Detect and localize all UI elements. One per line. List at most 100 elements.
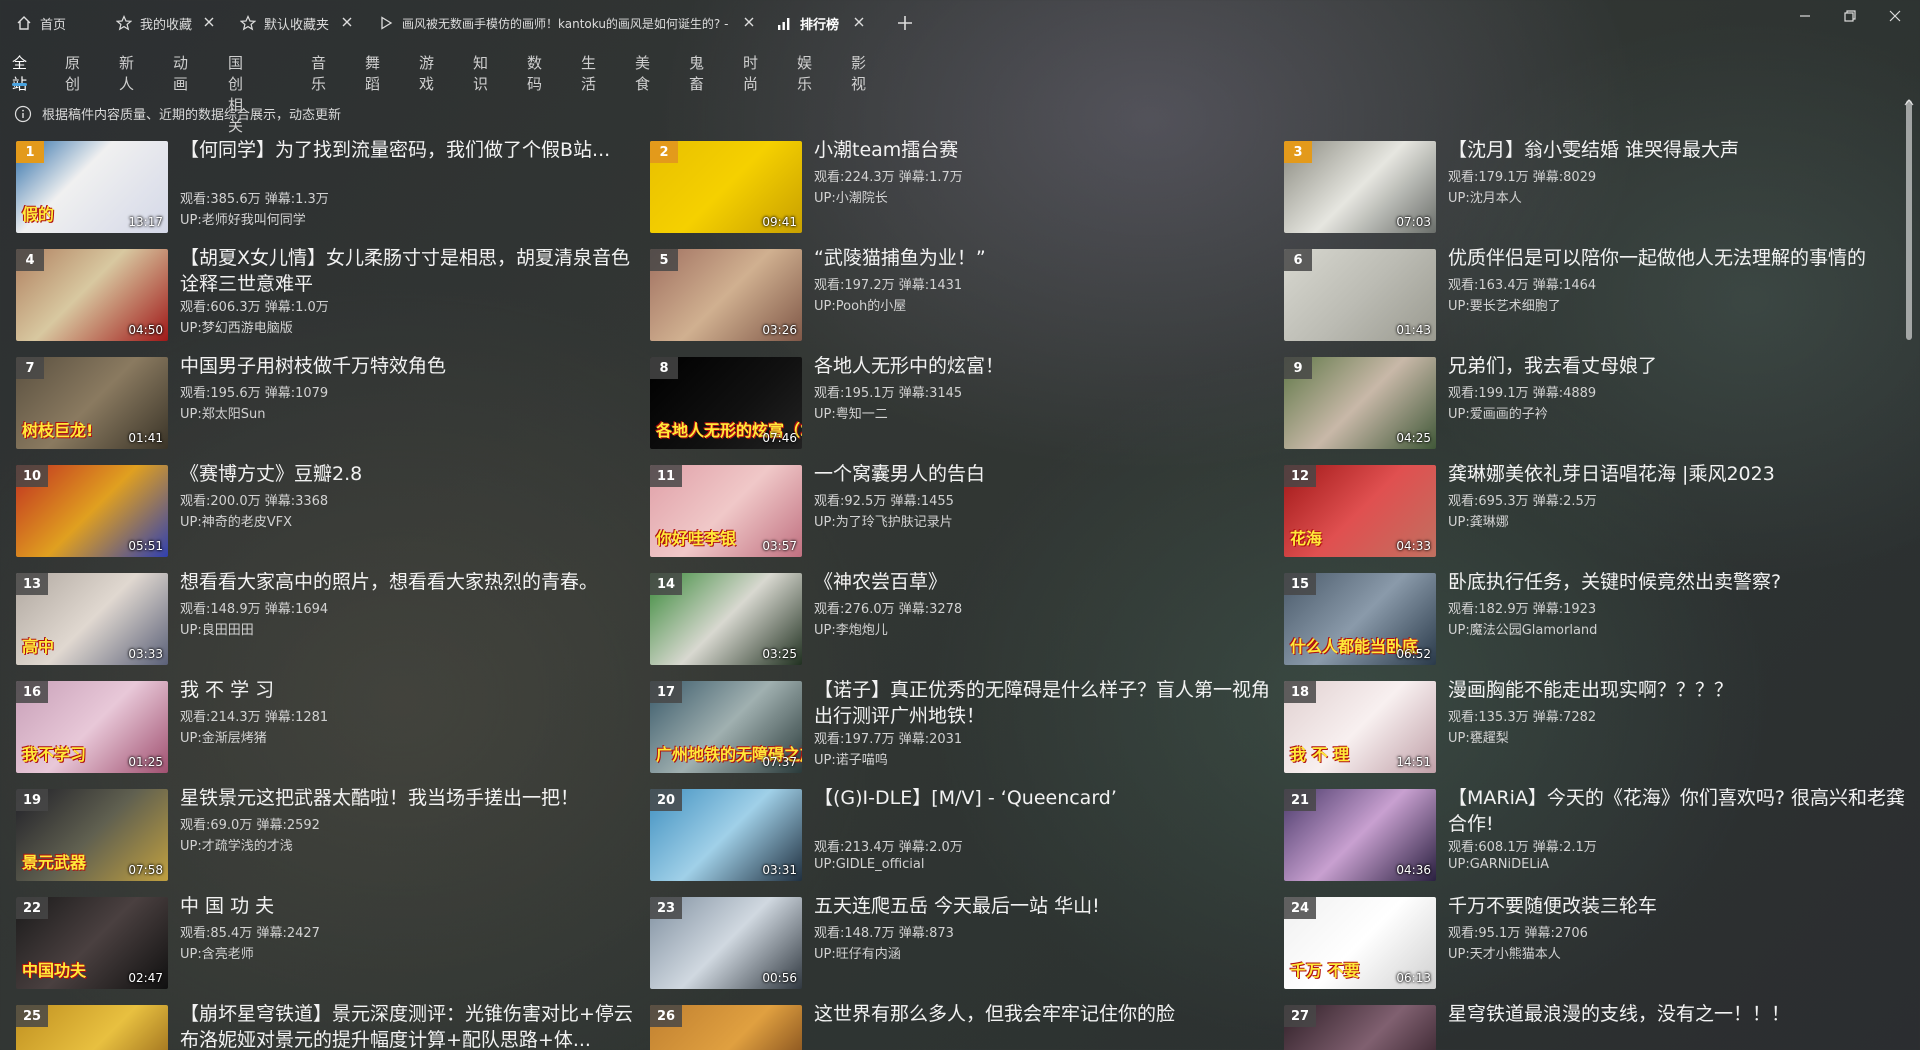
video-title[interactable]: 【(G)I-DLE】[M/V] - ‘Queencard’ — [814, 785, 1274, 811]
video-card[interactable]: 千万 不要 24 06:13 千万不要随便改装三轮车 观看:95.1万 弹幕:2706 U… — [1284, 895, 1904, 993]
video-title[interactable]: 中国男子用树枝做千万特效角色 — [180, 353, 640, 379]
video-thumbnail[interactable]: 各地人无形的炫富（2）807:46 — [650, 357, 802, 449]
minimize-button[interactable] — [1795, 6, 1815, 26]
video-thumbnail[interactable]: 毕业之旅26 — [650, 1005, 802, 1050]
category-film[interactable]: 影视 — [851, 52, 866, 93]
video-thumbnail[interactable]: 我不学习 16 01:25 — [16, 681, 168, 773]
video-title[interactable]: 漫画胸能不能走出现实啊？？？？ — [1448, 677, 1908, 703]
video-title[interactable]: 兄弟们，我去看丈母娘了 — [1448, 353, 1908, 379]
uploader-name[interactable]: UP:GIDLE_official — [814, 857, 924, 872]
category-music[interactable]: 音乐 — [311, 52, 326, 93]
video-thumbnail[interactable]: 20 03:31 — [650, 789, 802, 881]
restore-button[interactable] — [1840, 6, 1860, 26]
uploader-name[interactable]: UP:沈月本人 — [1448, 187, 1522, 206]
video-card[interactable]: 广州地铁的无障碍之旅 17 07:37 【诺子】真正优秀的无障碍是什么样子？盲人第一视… — [650, 679, 1270, 777]
video-thumbnail[interactable]: 4 04:50 — [16, 249, 168, 341]
video-thumbnail[interactable]: 花海 12 04:33 — [1284, 465, 1436, 557]
video-card[interactable]: 中国功夫 22 02:47 中 国 功 夫观看:85.4万 弹幕:2427 UP:含亮老… — [16, 895, 636, 993]
video-card[interactable]: 高中 13 03:33 想看看大家高中的照片，想看看大家热烈的青春。 观看:148.9万… — [16, 571, 636, 669]
video-card[interactable]: 树枝巨龙! 7 01:41 中国男子用树枝做千万特效角色 观看:195.6万 弹幕:10… — [16, 355, 636, 453]
video-thumbnail[interactable]: 中国功夫 22 02:47 — [16, 897, 168, 989]
video-title[interactable]: “武陵猫捕鱼为业！” — [814, 245, 1274, 271]
video-thumbnail[interactable]: 高中 13 03:33 — [16, 573, 168, 665]
video-card[interactable]: 9 04:25 兄弟们，我去看丈母娘了 观看:199.1万 弹幕:4889 UP:爱画画… — [1284, 355, 1904, 453]
video-title[interactable]: 【诺子】真正优秀的无障碍是什么样子？盲人第一视角出行测评广州地铁！ — [814, 677, 1274, 729]
video-title[interactable]: 卧底执行任务，关键时候竟然出卖警察? — [1448, 569, 1908, 595]
video-card[interactable]: 5 03:26 “武陵猫捕鱼为业！” 观看:197.2万 弹幕:1431 UP:Pooh… — [650, 247, 1270, 345]
video-title[interactable]: 小潮team擂台赛 — [814, 137, 1274, 163]
video-thumbnail[interactable]: 6 01:43 — [1284, 249, 1436, 341]
category-kichiku[interactable]: 鬼畜 — [689, 52, 704, 93]
uploader-name[interactable]: UP:粤知一二 — [814, 403, 888, 422]
video-thumbnail[interactable]: 假的 1 13:17 — [16, 141, 168, 233]
video-thumbnail[interactable]: 10 05:51 — [16, 465, 168, 557]
video-card[interactable]: 你好哇李银 11 03:57 一个窝囊男人的告白 观看:92.5万 弹幕:1455 UP:… — [650, 463, 1270, 561]
uploader-name[interactable]: UP:老师好我叫何同学 — [180, 209, 306, 228]
video-thumbnail[interactable]: 景25 — [16, 1005, 168, 1050]
category-game[interactable]: 游戏 — [419, 52, 434, 93]
uploader-name[interactable]: UP:才疏学浅的才浅 — [180, 835, 293, 854]
tab-ranking[interactable]: 排行榜 — [776, 0, 866, 46]
video-card[interactable]: 2 09:41 小潮team擂台赛 观看:224.3万 弹幕:1.7万 UP:小潮院长 — [650, 139, 1270, 237]
video-title[interactable]: 【崩坏星穹铁道】景元深度测评：光锥伤害对比+停云布洛妮娅对景元的提升幅度计算+配… — [180, 1001, 640, 1050]
video-title[interactable]: 《神农尝百草》 — [814, 569, 1274, 595]
video-card[interactable]: 3 07:03 【沈月】翁小雯结婚 谁哭得最大声 观看:179.1万 弹幕:8029 U… — [1284, 139, 1904, 237]
video-card[interactable]: 假的 1 13:17 【何同学】为了找到流量密码，我们做了个假B站... 观看:385.… — [16, 139, 636, 237]
category-life[interactable]: 生活 — [581, 52, 596, 93]
scrollbar-thumb[interactable] — [1906, 100, 1912, 340]
uploader-name[interactable]: UP:甕趯梨 — [1448, 727, 1509, 746]
video-card[interactable]: 毕业之旅26这世界有那么多人，但我会牢牢记住你的脸观看:159.0万 弹幕:39… — [650, 1003, 1270, 1050]
video-thumbnail[interactable]: 9 04:25 — [1284, 357, 1436, 449]
close-icon[interactable] — [742, 15, 756, 29]
category-digital[interactable]: 数码 — [527, 52, 542, 93]
video-title[interactable]: 想看看大家高中的照片，想看看大家热烈的青春。 — [180, 569, 640, 595]
video-card[interactable]: 4 04:50 【胡夏X女儿情】女儿柔肠寸寸是相思，胡夏清泉音色诠释三世意难平 观看:… — [16, 247, 636, 345]
uploader-name[interactable]: UP:郑太阳Sun — [180, 403, 265, 422]
uploader-name[interactable]: UP:金渐层烤猪 — [180, 727, 267, 746]
close-window-button[interactable] — [1885, 6, 1905, 26]
video-card[interactable]: 23 00:56 五天连爬五岳 今天最后一站 华山! 观看:148.7万 弹幕:873… — [650, 895, 1270, 993]
video-thumbnail[interactable]: 14 03:25 — [650, 573, 802, 665]
video-title[interactable]: 优质伴侣是可以陪你一起做他人无法理解的事情的 — [1448, 245, 1908, 271]
video-card[interactable]: 各地人无形的炫富（2）807:46各地人无形中的炫富！观看:195.1万 弹幕:… — [650, 355, 1270, 453]
uploader-name[interactable]: UP:梦幻西游电脑版 — [180, 317, 293, 336]
uploader-name[interactable]: UP:为了玲飞护肤记录片 — [814, 511, 953, 530]
video-thumbnail[interactable]: 23 00:56 — [650, 897, 802, 989]
uploader-name[interactable]: UP:李炮炮儿 — [814, 619, 888, 638]
uploader-name[interactable]: UP:良田田田 — [180, 619, 254, 638]
video-title[interactable]: 龚琳娜美依礼芽日语唱花海 |乘风2023 — [1448, 461, 1908, 487]
video-title[interactable]: 中 国 功 夫 — [180, 893, 640, 919]
close-icon[interactable] — [852, 15, 866, 29]
uploader-name[interactable]: UP:含亮老师 — [180, 943, 254, 962]
video-card[interactable]: 景25【崩坏星穹铁道】景元深度测评：光锥伤害对比+停云布洛妮娅对景元的提升幅度计… — [16, 1003, 636, 1050]
uploader-name[interactable]: UP:天才小熊猫本人 — [1448, 943, 1561, 962]
tab-video[interactable]: 画风被无数画手模仿的画师！kantoku的画风是如何诞生的? - — [378, 0, 756, 46]
category-fashion[interactable]: 时尚 — [743, 52, 758, 93]
video-title[interactable]: 【何同学】为了找到流量密码，我们做了个假B站... — [180, 137, 640, 163]
uploader-name[interactable]: UP:要长艺术细胞了 — [1448, 295, 1561, 314]
video-card[interactable]: 我不学习 16 01:25 我 不 学 习观看:214.3万 弹幕:1281 UP:金渐… — [16, 679, 636, 777]
video-thumbnail[interactable]: 21 04:36 — [1284, 789, 1436, 881]
uploader-name[interactable]: UP:Pooh的小屋 — [814, 295, 906, 314]
category-newcomer[interactable]: 新人 — [119, 52, 134, 93]
category-knowledge[interactable]: 知识 — [473, 52, 488, 93]
video-title[interactable]: 一个窝囊男人的告白 — [814, 461, 1274, 487]
uploader-name[interactable]: UP:魔法公园Glamorland — [1448, 619, 1597, 638]
video-card[interactable]: 花海 12 04:33 龚琳娜美依礼芽日语唱花海 |乘风2023 观看:695.3万 弹… — [1284, 463, 1904, 561]
video-thumbnail[interactable]: 5 03:26 — [650, 249, 802, 341]
video-card[interactable]: 20 03:31 【(G)I-DLE】[M/V] - ‘Queencard’ 观看:2… — [650, 787, 1270, 885]
video-card[interactable]: 6 01:43 优质伴侣是可以陪你一起做他人无法理解的事情的 观看:163.4万 弹幕… — [1284, 247, 1904, 345]
video-title[interactable]: 《赛博方丈》豆瓣2.8 — [180, 461, 640, 487]
tab-my-favorites[interactable]: 我的收藏 — [116, 0, 216, 46]
video-title[interactable]: 千万不要随便改装三轮车 — [1448, 893, 1908, 919]
video-title[interactable]: 【沈月】翁小雯结婚 谁哭得最大声 — [1448, 137, 1908, 163]
video-title[interactable]: 星穹铁道最浪漫的支线，没有之一！！！ — [1448, 1001, 1908, 1027]
category-guochuang[interactable]: 国创相关 — [228, 52, 243, 135]
uploader-name[interactable]: UP:龚琳娜 — [1448, 511, 1509, 530]
tab-home[interactable]: 首页 — [16, 0, 96, 46]
uploader-name[interactable]: UP:诺子喵呜 — [814, 749, 888, 768]
video-thumbnail[interactable]: 我 不 理 18 14:51 — [1284, 681, 1436, 773]
video-title[interactable]: 我 不 学 习 — [180, 677, 640, 703]
video-title[interactable]: 各地人无形中的炫富！ — [814, 353, 1274, 379]
video-thumbnail[interactable]: 2 09:41 — [650, 141, 802, 233]
